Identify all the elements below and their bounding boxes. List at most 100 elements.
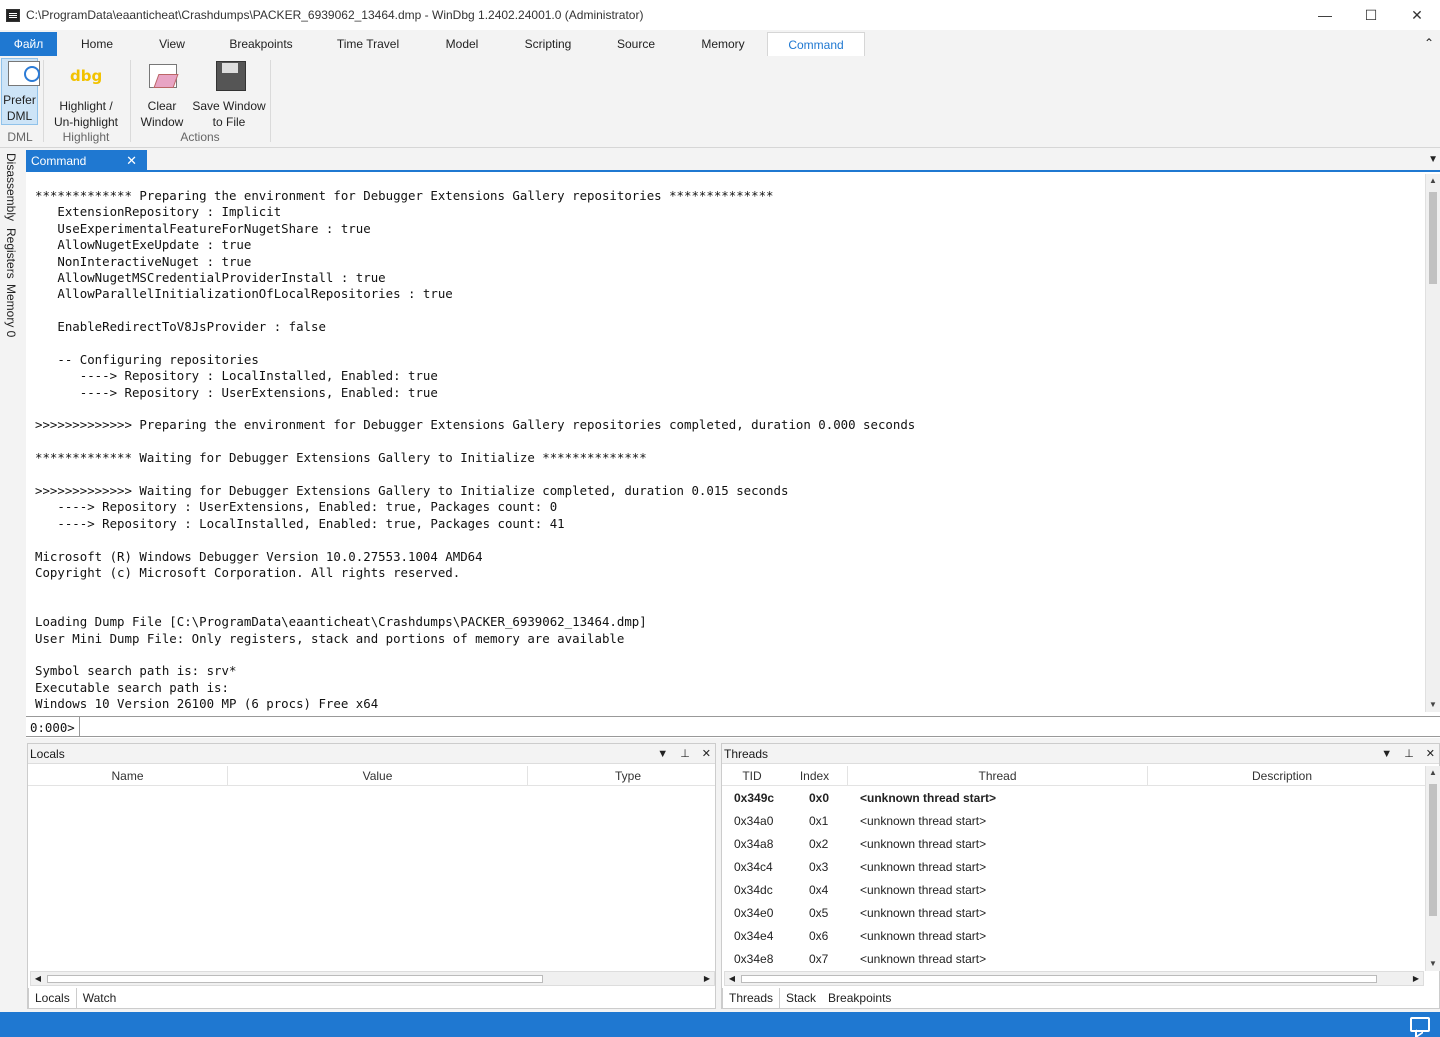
minimize-button[interactable]: — — [1302, 0, 1348, 30]
thread-row[interactable]: 0x34dc 0x4 <unknown thread start> — [722, 879, 1422, 902]
command-input[interactable] — [79, 717, 1437, 736]
close-icon[interactable]: ✕ — [702, 744, 711, 764]
thread-index: 0x2 — [809, 837, 829, 851]
close-button[interactable]: ✕ — [1394, 0, 1440, 30]
floppy-disk-icon — [213, 60, 246, 92]
collapse-ribbon-icon[interactable]: ⌃ — [1424, 36, 1434, 50]
scroll-thumb[interactable] — [1429, 192, 1437, 284]
output-line: ----> Repository : UserExtensions, Enabl… — [35, 499, 558, 515]
clear-window-button[interactable]: Clear Window — [138, 58, 186, 130]
output-line: >>>>>>>>>>>>> Preparing the environment … — [35, 417, 916, 433]
feedback-icon[interactable] — [1410, 1017, 1430, 1032]
pin-icon[interactable]: ⊥ — [680, 744, 690, 764]
group-dml: Prefer DML DML — [0, 56, 40, 148]
side-tab-memory-0[interactable]: Memory 0 — [4, 284, 18, 337]
status-bar — [0, 1012, 1440, 1037]
threads-column-headers: TID Index Thread Description — [722, 766, 1439, 786]
thread-start: <unknown thread start> — [860, 837, 987, 851]
dropdown-icon[interactable]: ▼ — [1381, 744, 1392, 764]
title-bar: C:\ProgramData\eaanticheat\Crashdumps\PA… — [0, 0, 1440, 30]
threads-horizontal-scrollbar[interactable]: ◀ ▶ — [724, 971, 1424, 986]
threads-vertical-scrollbar[interactable]: ▲ ▼ — [1425, 766, 1440, 971]
column-type[interactable]: Type — [528, 766, 728, 786]
output-line: UseExperimentalFeatureForNugetShare : tr… — [35, 220, 371, 236]
scroll-down-icon[interactable]: ▼ — [1426, 698, 1440, 712]
thread-row[interactable]: 0x34e4 0x6 <unknown thread start> — [722, 925, 1422, 948]
scroll-thumb[interactable] — [741, 975, 1377, 983]
thread-row[interactable]: 0x34e0 0x5 <unknown thread start> — [722, 902, 1422, 925]
pin-icon[interactable]: ⊥ — [1404, 744, 1414, 764]
save-window-label-1: Save Window — [192, 99, 266, 113]
thread-row[interactable]: 0x34c4 0x3 <unknown thread start> — [722, 856, 1422, 879]
tab-breakpoints[interactable]: Breakpoints — [207, 32, 315, 56]
ribbon-body: Prefer DML DML dbg Highlight / Un-highli… — [0, 56, 1440, 148]
side-tab-registers[interactable]: Registers — [4, 228, 18, 279]
scroll-left-icon[interactable]: ◀ — [31, 972, 45, 985]
command-vertical-scrollbar[interactable]: ▲ ▼ — [1425, 174, 1440, 712]
tab-home[interactable]: Home — [57, 32, 137, 56]
column-value[interactable]: Value — [228, 766, 528, 786]
locals-pane: Locals ▼ ⊥ ✕ Name Value Type ◀ ▶ — [27, 743, 716, 1009]
column-description[interactable]: Description — [1148, 766, 1416, 786]
save-window-button[interactable]: Save Window to File — [190, 58, 268, 130]
column-name[interactable]: Name — [28, 766, 228, 786]
pane-menu-icon[interactable]: ▼ — [1428, 154, 1438, 165]
thread-start: <unknown thread start> — [860, 952, 987, 966]
thread-row[interactable]: 0x34a8 0x2 <unknown thread start> — [722, 833, 1422, 856]
thread-tid: 0x34a8 — [734, 837, 774, 851]
column-thread[interactable]: Thread — [848, 766, 1148, 786]
scroll-thumb[interactable] — [47, 975, 543, 983]
scroll-up-icon[interactable]: ▲ — [1426, 174, 1440, 188]
tab-scripting[interactable]: Scripting — [503, 32, 593, 56]
scroll-thumb[interactable] — [1429, 784, 1437, 916]
thread-row[interactable]: 0x349c 0x0 <unknown thread start> — [722, 787, 1422, 810]
tab-stack[interactable]: Stack — [780, 988, 822, 1009]
scroll-up-icon[interactable]: ▲ — [1426, 766, 1440, 780]
output-line: Executable search path is: — [35, 679, 237, 695]
side-tab-disassembly[interactable]: Disassembly — [4, 153, 18, 221]
tab-file[interactable]: Файл — [0, 32, 57, 56]
close-icon[interactable]: ✕ — [1426, 744, 1435, 764]
prefer-dml-button[interactable]: Prefer DML — [1, 58, 40, 125]
thread-row[interactable]: 0x34a0 0x1 <unknown thread start> — [722, 810, 1422, 833]
thread-row[interactable]: 0x34e8 0x7 <unknown thread start> — [722, 948, 1422, 971]
ribbon-tab-bar: Файл Home View Breakpoints Time Travel M… — [0, 32, 1440, 56]
tab-command-window[interactable]: Command ✕ — [26, 150, 147, 172]
thread-index: 0x6 — [809, 929, 829, 943]
dropdown-icon[interactable]: ▼ — [657, 744, 668, 764]
scroll-right-icon[interactable]: ▶ — [700, 972, 714, 985]
thread-start: <unknown thread start> — [860, 860, 987, 874]
tab-command[interactable]: Command — [767, 32, 865, 56]
group-highlight: dbg Highlight / Un-highlight Highlight — [46, 56, 126, 148]
tab-locals[interactable]: Locals — [28, 988, 77, 1009]
maximize-button[interactable]: ☐ — [1348, 0, 1394, 30]
column-index[interactable]: Index — [782, 766, 848, 786]
command-window: Command ✕ ▼ ************* Preparing the … — [26, 150, 1440, 738]
output-line: NonInteractiveNuget : true — [35, 253, 252, 269]
windbg-app-icon — [6, 8, 20, 22]
locals-horizontal-scrollbar[interactable]: ◀ ▶ — [30, 971, 715, 986]
highlight-button[interactable]: dbg Highlight / Un-highlight — [48, 58, 124, 130]
close-command-tab-icon[interactable]: ✕ — [126, 153, 137, 169]
scroll-left-icon[interactable]: ◀ — [725, 972, 739, 985]
tab-time-travel[interactable]: Time Travel — [315, 32, 421, 56]
group-divider — [130, 60, 131, 142]
output-line: AllowNugetExeUpdate : true — [35, 237, 252, 253]
tab-source[interactable]: Source — [593, 32, 679, 56]
output-line: ----> Repository : LocalInstalled, Enabl… — [35, 515, 565, 531]
output-line: Loading Dump File [C:\ProgramData\eaanti… — [35, 614, 647, 630]
tab-model[interactable]: Model — [421, 32, 503, 56]
output-line: AllowParallelInitializationOfLocalReposi… — [35, 286, 453, 302]
scroll-down-icon[interactable]: ▼ — [1426, 957, 1440, 971]
scroll-right-icon[interactable]: ▶ — [1409, 972, 1423, 985]
tab-threads[interactable]: Threads — [722, 988, 781, 1009]
column-tid[interactable]: TID — [722, 766, 782, 786]
tab-memory[interactable]: Memory — [679, 32, 767, 56]
tab-watch[interactable]: Watch — [77, 988, 123, 1009]
tab-breakpoints-pane[interactable]: Breakpoints — [822, 988, 897, 1009]
tab-view[interactable]: View — [137, 32, 207, 56]
thread-tid: 0x34a0 — [734, 814, 774, 828]
